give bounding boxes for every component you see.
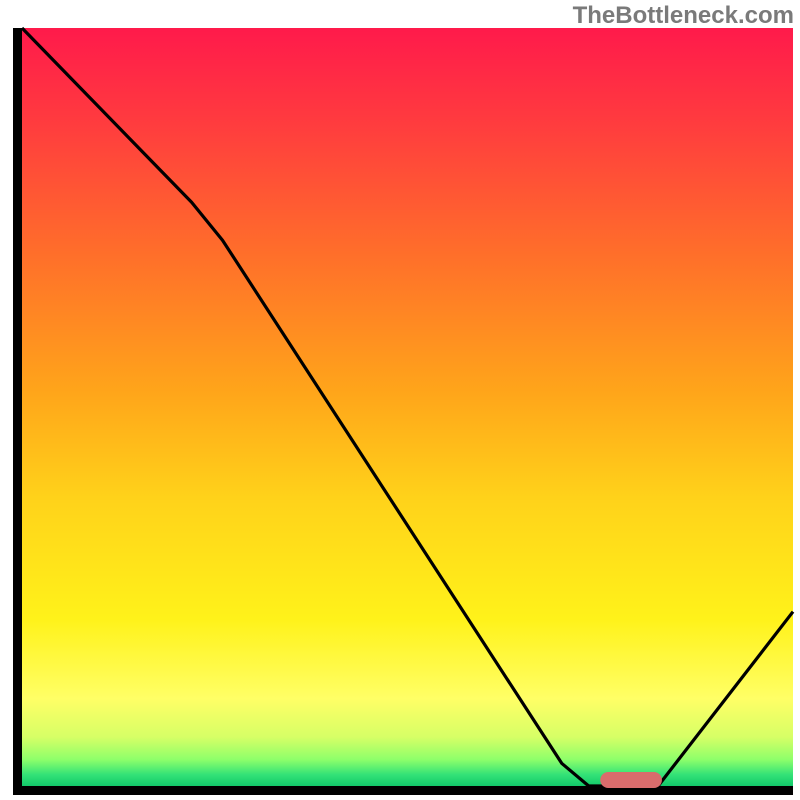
- optimal-zone-marker: [600, 772, 662, 788]
- plot-background: [22, 28, 793, 786]
- bottleneck-chart: [0, 0, 800, 800]
- chart-stage: TheBottleneck.com: [0, 0, 800, 800]
